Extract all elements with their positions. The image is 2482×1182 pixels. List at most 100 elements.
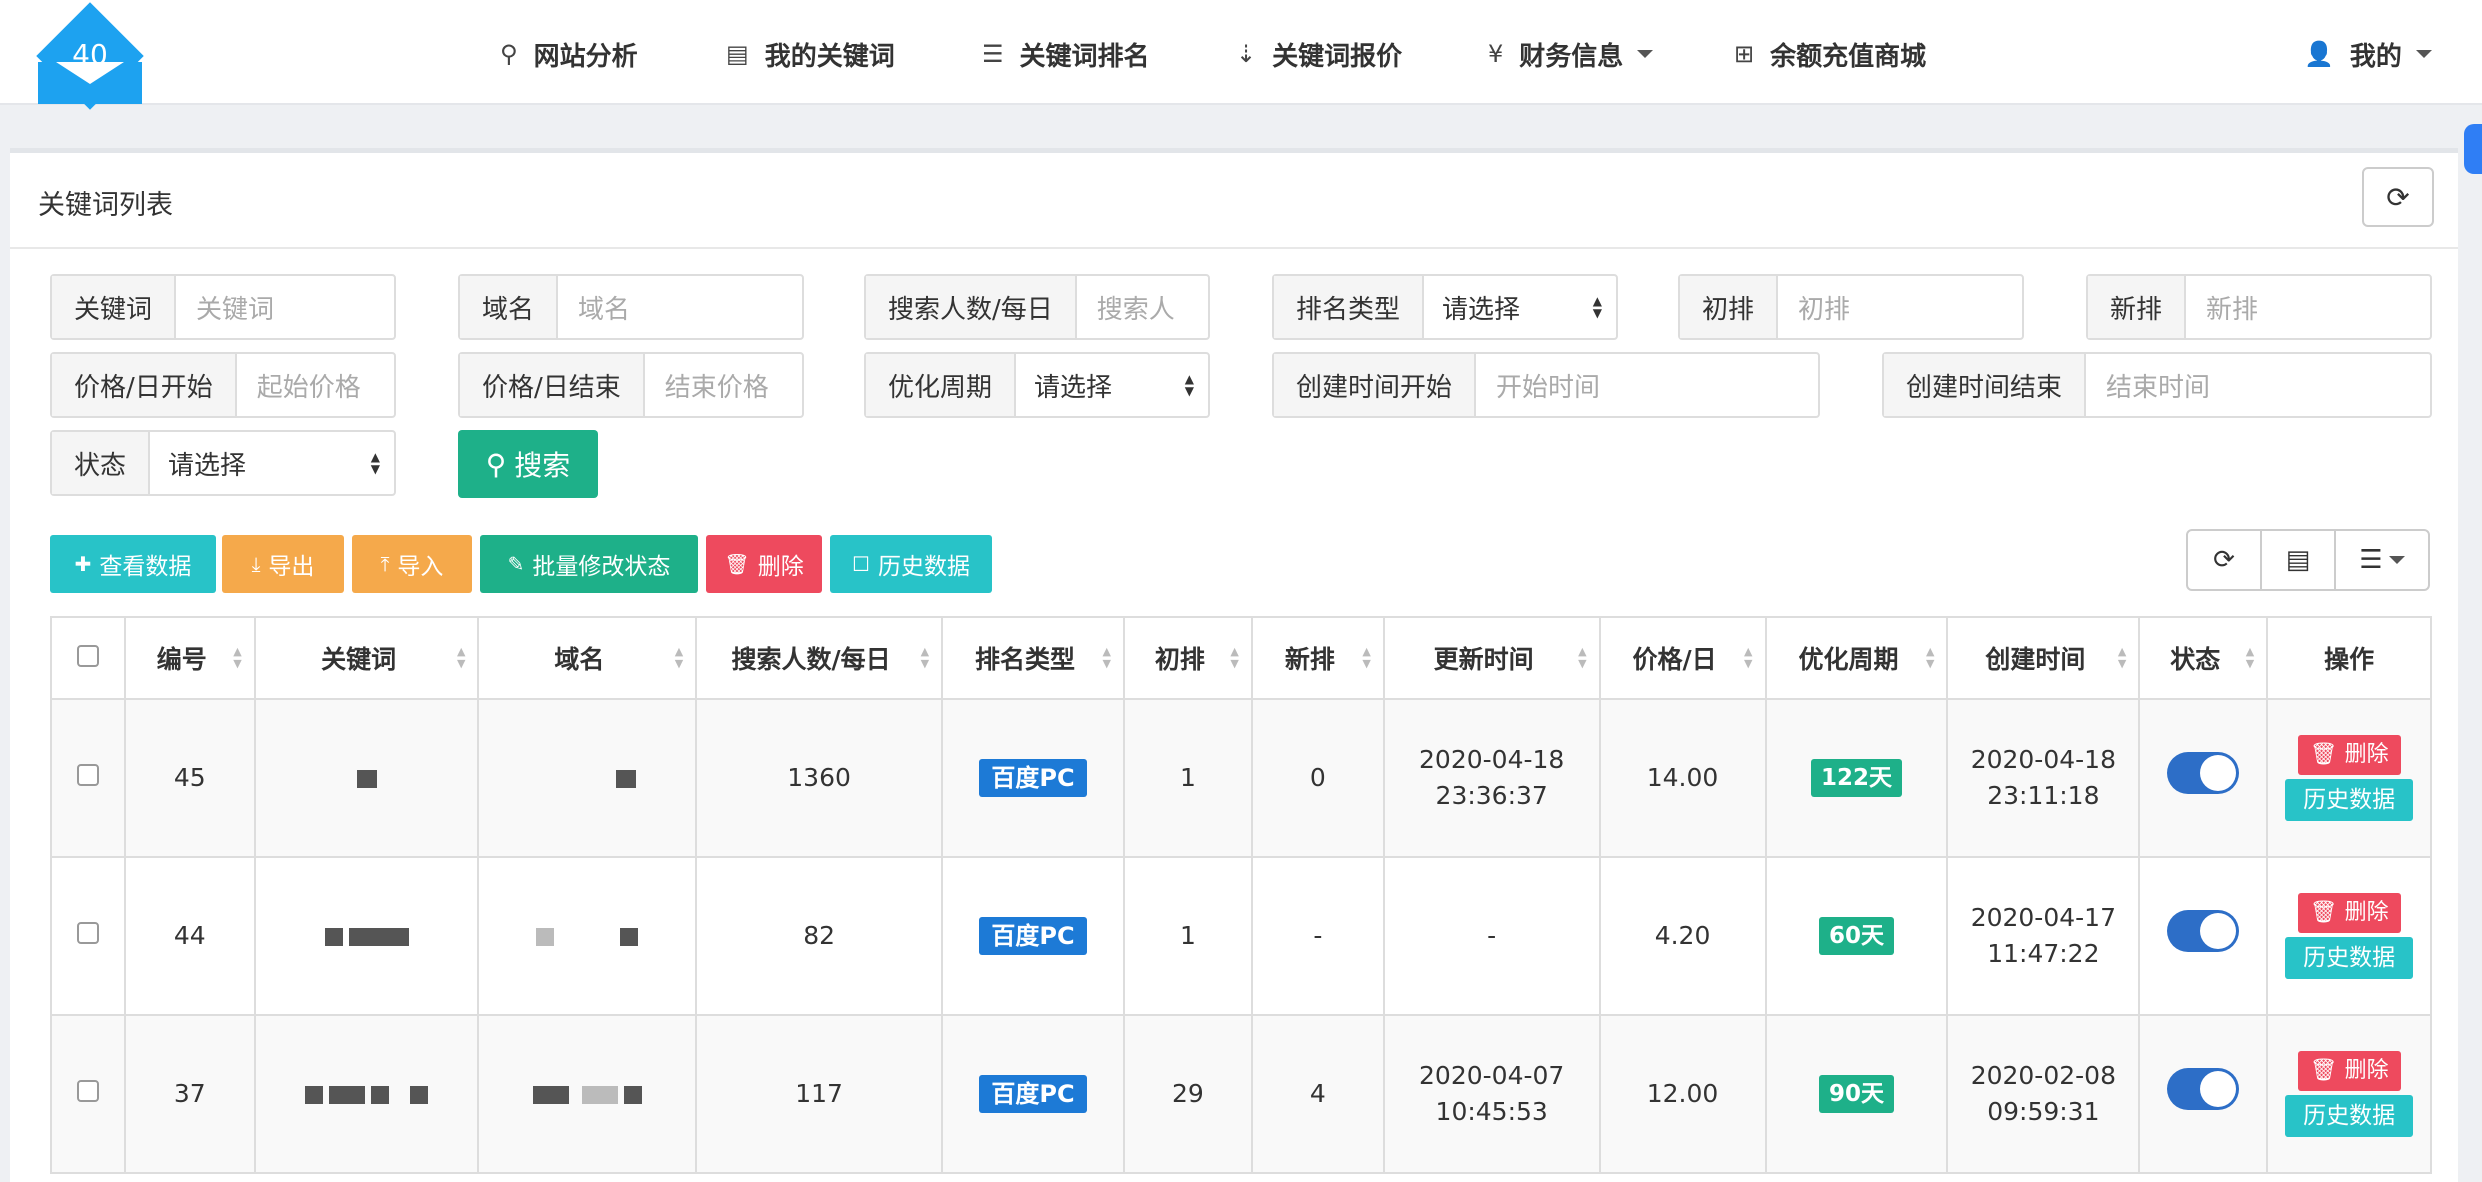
header-updated[interactable]: 更新时间 ▲ ▼ bbox=[1382, 616, 1601, 700]
searches-input[interactable]: 搜索人 bbox=[1077, 276, 1208, 338]
list-alt-icon: ▤ bbox=[726, 40, 749, 68]
import-button[interactable]: ⤒ 导入 bbox=[352, 535, 472, 593]
table-toggle-view-button[interactable]: ▤ bbox=[2262, 531, 2336, 589]
row-checkbox[interactable] bbox=[76, 1080, 99, 1102]
price-end-input[interactable]: 结束价格 bbox=[645, 354, 802, 416]
row-history-button[interactable]: 历史数据 bbox=[2285, 1095, 2414, 1137]
delete-button[interactable]: 🗑 删除 bbox=[706, 535, 822, 593]
cell-price: 4.20 bbox=[1598, 856, 1767, 1016]
nav-my-keywords[interactable]: ▤ 我的关键词 bbox=[726, 34, 895, 74]
first-rank-input[interactable]: 初排 bbox=[1778, 276, 2022, 338]
user-icon: 👤 bbox=[2304, 40, 2334, 68]
row-delete-button[interactable]: 🗑 删除 bbox=[2297, 893, 2401, 933]
download-icon: ⤓ bbox=[251, 552, 261, 576]
header-new-rank[interactable]: 新排 ▲ ▼ bbox=[1250, 616, 1385, 700]
nav-label: 我的 bbox=[2349, 41, 2402, 72]
redacted-block bbox=[536, 928, 555, 946]
search-icon: ⚲ bbox=[500, 40, 518, 68]
list-ol-icon: ☰ bbox=[982, 40, 1004, 68]
export-button[interactable]: ⤓ 导出 bbox=[222, 535, 344, 593]
nav-label: 网站分析 bbox=[533, 41, 638, 72]
price-start-input[interactable]: 起始价格 bbox=[237, 354, 394, 416]
cell-created: 2020-04-18 23:11:18 bbox=[1946, 698, 2141, 858]
cell-id: 44 bbox=[123, 856, 256, 1016]
domain-input[interactable]: 域名 bbox=[558, 276, 802, 338]
table-columns-button[interactable]: ☰ bbox=[2336, 531, 2428, 589]
row-select-cell[interactable] bbox=[50, 1014, 126, 1174]
select-arrows-icon: ▲ ▼ bbox=[370, 450, 380, 476]
cell-rank-type: 百度PC bbox=[941, 698, 1125, 858]
filter-label: 价格/日结束 bbox=[460, 354, 645, 416]
period-badge: 60天 bbox=[1818, 917, 1894, 955]
search-button[interactable]: ⚲ 搜索 bbox=[458, 430, 598, 498]
nav-finance-dropdown[interactable]: ¥ 财务信息 bbox=[1488, 34, 1654, 74]
header-domain[interactable]: 域名 ▲ ▼ bbox=[477, 616, 698, 700]
row-delete-button[interactable]: 🗑 删除 bbox=[2297, 1051, 2401, 1091]
header-rank-type[interactable]: 排名类型 ▲ ▼ bbox=[941, 616, 1125, 700]
cell-searches: 117 bbox=[695, 1014, 944, 1174]
panel-refresh-button[interactable]: ⟳ bbox=[2362, 167, 2434, 227]
table-row: 45 1360 百度PC 1 0 2020-04-18 23:36:37 14.0… bbox=[50, 698, 2432, 858]
batch-status-button[interactable]: ✎ 批量修改状态 bbox=[480, 535, 698, 593]
header-price[interactable]: 价格/日 ▲ ▼ bbox=[1598, 616, 1767, 700]
header-searches[interactable]: 搜索人数/每日 ▲ ▼ bbox=[695, 616, 944, 700]
nav-user-menu[interactable]: 👤 我的 bbox=[2304, 34, 2432, 74]
trash-icon: 🗑 bbox=[724, 552, 750, 576]
row-history-button[interactable]: 历史数据 bbox=[2285, 779, 2414, 821]
keyword-input[interactable]: 关键词 bbox=[176, 276, 394, 338]
select-all-checkbox[interactable] bbox=[76, 644, 99, 667]
sort-icon: ▲ ▼ bbox=[1925, 645, 1935, 670]
table-row: 44 82 百度PC 1 - - 4.20 60天 2020-04-17 11:4… bbox=[50, 856, 2432, 1016]
status-toggle[interactable] bbox=[2167, 1068, 2240, 1110]
nav-label: 余额充值商城 bbox=[1770, 41, 1927, 72]
filter-label: 创建时间开始 bbox=[1274, 354, 1477, 416]
created-start-input[interactable]: 开始时间 bbox=[1476, 354, 1818, 416]
cell-updated: 2020-04-07 10:45:53 bbox=[1382, 1014, 1601, 1174]
cell-keyword-redacted bbox=[253, 698, 480, 858]
cell-id: 45 bbox=[123, 698, 256, 858]
select-arrows-icon: ▲ ▼ bbox=[1592, 294, 1602, 320]
row-delete-button[interactable]: 🗑 删除 bbox=[2297, 735, 2401, 775]
status-select[interactable]: 请选择 ▲ ▼ bbox=[150, 432, 394, 494]
logo[interactable]: 40 bbox=[36, 2, 144, 110]
filter-label: 新排 bbox=[2088, 276, 2187, 338]
cell-keyword-redacted bbox=[253, 1014, 480, 1174]
header-id[interactable]: 编号 ▲ ▼ bbox=[123, 616, 256, 700]
table-refresh-button[interactable]: ⟳ bbox=[2188, 531, 2262, 589]
view-data-button[interactable]: ✚ 查看数据 bbox=[50, 535, 216, 593]
redacted-block bbox=[620, 928, 639, 946]
side-float-tab[interactable] bbox=[2464, 124, 2482, 174]
header-keyword[interactable]: 关键词 ▲ ▼ bbox=[253, 616, 480, 700]
rank-type-select[interactable]: 请选择 ▲ ▼ bbox=[1424, 276, 1616, 338]
period-select[interactable]: 请选择 ▲ ▼ bbox=[1016, 354, 1208, 416]
history-data-button[interactable]: ☐ 历史数据 bbox=[830, 535, 992, 593]
header-created[interactable]: 创建时间 ▲ ▼ bbox=[1946, 616, 2141, 700]
status-toggle[interactable] bbox=[2167, 752, 2240, 794]
header-label: 更新时间 bbox=[1433, 645, 1534, 674]
created-end-input[interactable]: 结束时间 bbox=[2086, 354, 2430, 416]
filter-label: 关键词 bbox=[52, 276, 177, 338]
cell-created: 2020-02-08 09:59:31 bbox=[1946, 1014, 2141, 1174]
row-checkbox[interactable] bbox=[76, 764, 99, 786]
nav-keyword-quote[interactable]: ⇣ 关键词报价 bbox=[1236, 34, 1402, 74]
sort-icon: ▲ ▼ bbox=[2117, 645, 2127, 670]
button-label: 删除 bbox=[2344, 900, 2389, 925]
nav-site-analysis[interactable]: ⚲ 网站分析 bbox=[500, 34, 638, 74]
row-checkbox[interactable] bbox=[76, 922, 99, 944]
row-select-cell[interactable] bbox=[50, 856, 126, 1016]
header-period[interactable]: 优化周期 ▲ ▼ bbox=[1764, 616, 1949, 700]
header-select-all[interactable] bbox=[50, 616, 126, 700]
new-rank-input[interactable]: 新排 bbox=[2186, 276, 2430, 338]
status-toggle[interactable] bbox=[2167, 910, 2240, 952]
header-status[interactable]: 状态 ▲ ▼ bbox=[2138, 616, 2269, 700]
top-navbar: 40 ⚲ 网站分析 ▤ 我的关键词 ☰ 关键词排名 ⇣ 关键词报价 ¥ 财务信息… bbox=[0, 0, 2482, 110]
nav-recharge-mall[interactable]: ⊞ 余额充值商城 bbox=[1734, 34, 1926, 74]
row-select-cell[interactable] bbox=[50, 698, 126, 858]
created-time: 11:47:22 bbox=[1987, 939, 2100, 968]
redacted-block bbox=[356, 770, 377, 788]
cell-domain-redacted bbox=[477, 698, 698, 858]
header-first-rank[interactable]: 初排 ▲ ▼ bbox=[1122, 616, 1253, 700]
nav-keyword-ranking[interactable]: ☰ 关键词排名 bbox=[982, 34, 1150, 74]
row-history-button[interactable]: 历史数据 bbox=[2285, 937, 2414, 979]
header-label: 关键词 bbox=[321, 645, 397, 674]
